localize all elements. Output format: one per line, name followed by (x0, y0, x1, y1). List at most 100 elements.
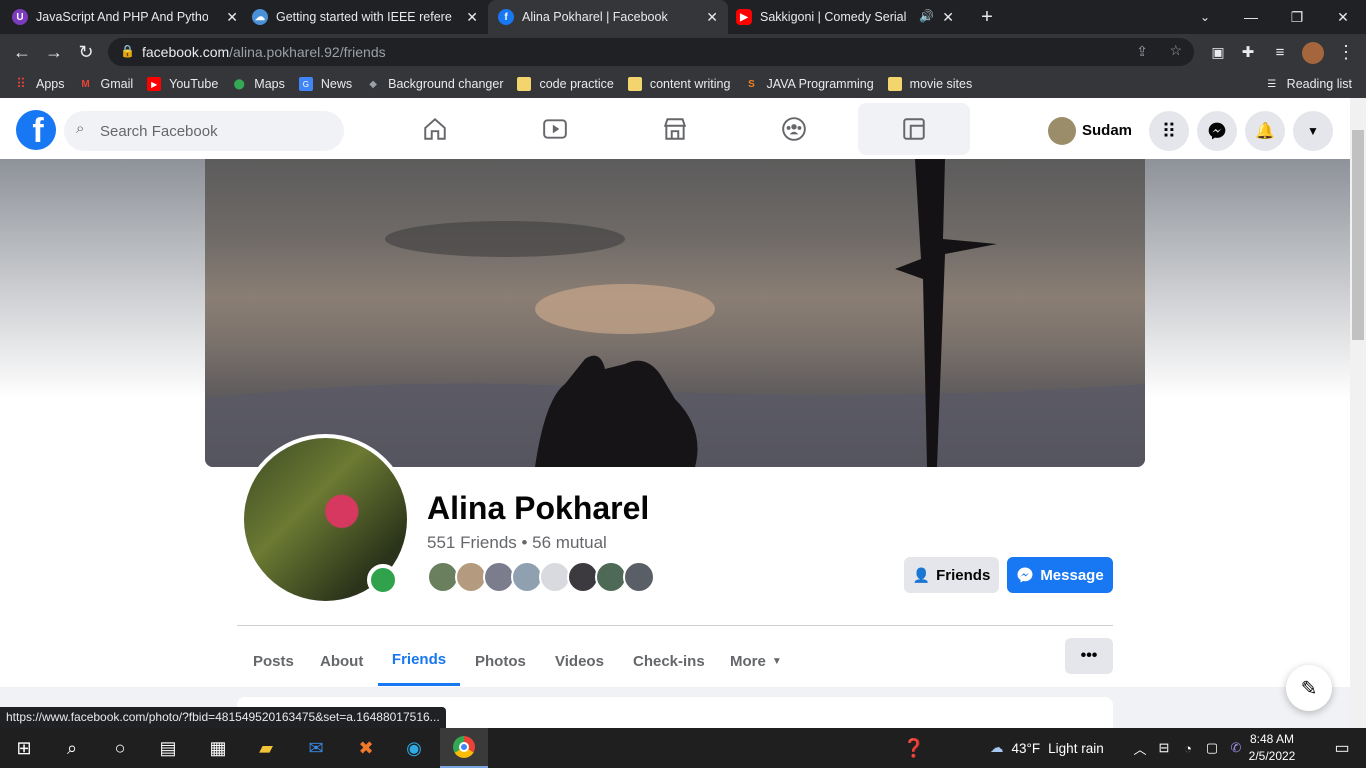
messenger-glyph-icon (1208, 122, 1226, 140)
browser-tab-4[interactable]: ▶ Sakkigoni | Comedy Serial | S 🔊 ✕ (736, 0, 964, 34)
close-tab-icon[interactable]: ✕ (466, 9, 478, 26)
profile-avatar-icon[interactable] (1302, 42, 1324, 64)
task-view-icon[interactable]: ▤ (144, 728, 192, 768)
cortana-icon[interactable]: ○ (96, 728, 144, 768)
more-options-button[interactable]: ••• (1065, 638, 1113, 674)
file-explorer-icon[interactable]: ▰ (242, 728, 290, 768)
close-tab-icon[interactable]: ✕ (226, 9, 238, 26)
bookmark-gmail[interactable]: M Gmail (79, 77, 133, 91)
maps-pin-icon: ⬤ (233, 78, 245, 90)
lock-icon: 🔒 (120, 44, 135, 58)
gmail-icon: M (81, 78, 90, 90)
nav-watch[interactable] (499, 103, 611, 155)
reading-list[interactable]: ☰ Reading list (1265, 77, 1352, 91)
chrome-icon[interactable] (440, 728, 488, 768)
news-icon: G (298, 77, 313, 91)
star-icon[interactable]: ☆ (1169, 42, 1182, 59)
new-tab-button[interactable]: + (964, 0, 1010, 34)
share-icon[interactable]: ⇪ (1136, 43, 1148, 60)
system-clock[interactable]: 8:48 AM 2/5/2022 (1240, 731, 1304, 765)
minimize-icon[interactable]: — (1228, 0, 1274, 34)
bookmark-maps[interactable]: ⬤ Maps (232, 77, 285, 91)
youtube-icon: ▶ (147, 77, 162, 91)
wifi-icon[interactable]: ◔ (1176, 728, 1200, 768)
messenger-icon (1017, 567, 1033, 583)
user-avatar[interactable] (1048, 117, 1076, 145)
notifications-icon[interactable]: ▭ (1318, 728, 1366, 768)
bookmark-youtube[interactable]: ▶ YouTube (147, 77, 218, 91)
u-icon: U (12, 9, 28, 25)
tab-videos[interactable]: Videos (539, 636, 620, 686)
new-message-button[interactable]: ✎ (1286, 665, 1332, 711)
tab-friends[interactable]: Friends (378, 636, 460, 686)
user-name[interactable]: Sudam (1082, 122, 1132, 139)
restore-icon[interactable]: ❐ (1274, 0, 1320, 34)
notifications-bell-icon[interactable]: 🔔 (1245, 111, 1285, 151)
groups-icon (782, 117, 806, 141)
edge-icon[interactable]: ◉ (390, 728, 438, 768)
menu-grid-icon[interactable]: ⠿ (1149, 111, 1189, 151)
close-tab-icon[interactable]: ✕ (942, 9, 954, 26)
browser-tab-active[interactable]: f Alina Pokharel | Facebook ✕ (488, 0, 728, 34)
windows-start-icon[interactable]: ⊞ (0, 728, 48, 768)
bookmark-news[interactable]: G News (298, 77, 352, 91)
account-dropdown-icon[interactable]: ▼ (1293, 111, 1333, 151)
speaker-icon[interactable]: 🔊 (919, 9, 934, 23)
friends-button[interactable]: 👤 Friends (904, 557, 999, 593)
folder-icon (887, 77, 902, 91)
bookmark-background-changer[interactable]: ◆ Background changer (366, 77, 503, 91)
battery-icon[interactable]: ▢ (1200, 728, 1224, 768)
caret-down-icon: ▼ (771, 655, 782, 667)
scrollbar-thumb[interactable] (1352, 130, 1364, 340)
mail-icon[interactable]: ✉ (292, 728, 340, 768)
bookmark-java-programming[interactable]: S JAVA Programming (744, 77, 874, 91)
tab-search-icon[interactable]: ⌄ (1182, 0, 1228, 34)
nav-groups[interactable] (738, 103, 850, 155)
search-icon[interactable]: ⌕ (48, 728, 96, 768)
tab-about[interactable]: About (304, 636, 379, 686)
help-icon[interactable]: ❓ (890, 728, 938, 768)
tab-posts[interactable]: Posts (237, 636, 310, 686)
menu-icon[interactable]: ⋮ (1330, 34, 1362, 70)
tab-photos[interactable]: Photos (459, 636, 542, 686)
facebook-logo[interactable]: f (16, 110, 56, 150)
back-icon[interactable]: ← (6, 34, 38, 70)
message-button[interactable]: Message (1007, 557, 1113, 593)
cover-photo[interactable] (205, 159, 1145, 467)
search-icon: ⌕ (76, 120, 85, 137)
database-app-icon[interactable]: ▦ (194, 728, 242, 768)
nav-home[interactable] (379, 103, 491, 155)
bookmark-code-practice[interactable]: code practice (517, 77, 614, 91)
folder-icon (627, 77, 642, 91)
weather-widget[interactable]: ☁ 43°F Light rain (990, 728, 1104, 768)
bookmark-apps[interactable]: ⠿ Apps (14, 76, 64, 91)
nav-gaming[interactable] (858, 103, 970, 155)
bookmark-content-writing[interactable]: content writing (627, 77, 730, 91)
tab-more[interactable]: More ▼ (714, 636, 798, 686)
extension-icon[interactable]: ▣ (1202, 34, 1234, 70)
friend-check-icon: 👤 (912, 566, 931, 583)
nav-marketplace[interactable] (619, 103, 731, 155)
messenger-icon[interactable] (1197, 111, 1237, 151)
reload-icon[interactable]: ↻ (70, 34, 102, 70)
address-bar[interactable]: 🔒 facebook.com/alina.pokharel.92/friends… (108, 38, 1194, 66)
close-tab-icon[interactable]: ✕ (706, 9, 718, 26)
forward-icon[interactable]: → (38, 34, 70, 70)
mutual-friend-avatar[interactable] (623, 561, 655, 593)
chevron-up-icon[interactable]: ︿ (1128, 728, 1152, 768)
media-icon[interactable]: ≡ (1264, 34, 1296, 70)
close-window-icon[interactable]: ✕ (1320, 0, 1366, 34)
bookmark-movie-sites[interactable]: movie sites (887, 77, 972, 91)
layers-icon: ◆ (369, 78, 377, 90)
puzzle-icon[interactable]: ✚ (1232, 34, 1264, 70)
page-scrollbar[interactable] (1350, 98, 1366, 728)
tab-check-ins[interactable]: Check-ins (617, 636, 721, 686)
network-icon[interactable]: ⊟ (1152, 728, 1176, 768)
search-facebook-input[interactable]: ⌕ Search Facebook (64, 111, 344, 151)
friends-count[interactable]: 551 Friends • 56 mutual (427, 533, 607, 553)
browser-tab-2[interactable]: ☁ Getting started with IEEE referen ✕ (252, 0, 488, 34)
compose-icon: ✎ (1300, 677, 1318, 700)
xampp-icon[interactable]: ✖ (342, 728, 390, 768)
reading-list-icon: ☰ (1267, 78, 1277, 90)
browser-tab-1[interactable]: U JavaScript And PHP And Python I ✕ (12, 0, 248, 34)
